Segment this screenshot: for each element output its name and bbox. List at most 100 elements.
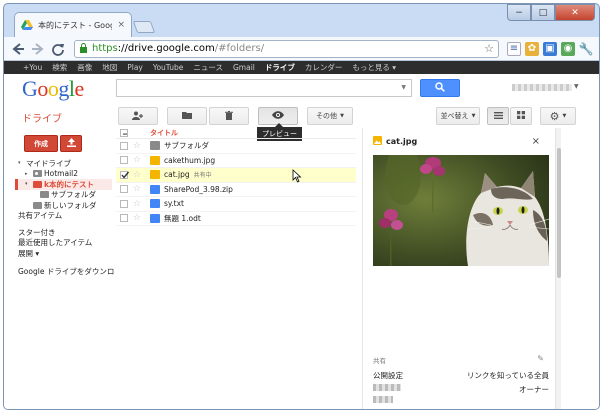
file-row[interactable]: ☆ SharePod_3.98.zip xyxy=(116,183,356,197)
google-logo[interactable]: Google xyxy=(22,78,84,100)
extension-drive-icon[interactable]: ▣ xyxy=(543,41,557,56)
file-name[interactable]: SharePod_3.98.zip xyxy=(164,185,233,194)
search-options-icon[interactable]: ▼ xyxy=(401,84,406,91)
grid-view-button[interactable] xyxy=(510,107,532,125)
back-icon[interactable] xyxy=(10,41,26,57)
close-window-button[interactable]: ✕ xyxy=(555,4,595,21)
gbar-item[interactable]: もっと見る ▾ xyxy=(347,62,401,73)
file-name[interactable]: cat.jpg xyxy=(164,170,190,179)
app-title[interactable]: ドライブ xyxy=(22,110,62,125)
preview-panel: cat.jpg × 共有 ✎ 公開設定 リンクを知っている全員 オーナー xyxy=(362,128,550,409)
more-actions-button[interactable]: その他 ▼ xyxy=(307,107,353,125)
star-icon[interactable]: ☆ xyxy=(133,184,147,194)
action-bar: ドライブ その他 ▼ プレビュー 並べ替え ▼ ⚙ ▼ xyxy=(4,104,599,141)
gbar-item[interactable]: ニュース xyxy=(188,62,228,73)
nav-item[interactable]: スター付き xyxy=(18,227,112,238)
delete-button[interactable] xyxy=(209,107,249,125)
browser-tab[interactable]: 本的にテスト - Google D × xyxy=(14,12,132,37)
nav-item[interactable]: 共有アイテム xyxy=(18,211,112,222)
nav-item[interactable]: 新しいフォルダ xyxy=(18,200,112,211)
nav-item[interactable]: ▸ Hotmail2 xyxy=(18,169,112,180)
row-checkbox[interactable] xyxy=(120,156,128,165)
gbar-item[interactable]: 検索 xyxy=(47,62,72,73)
nav-item[interactable]: サブフォルダ xyxy=(18,190,112,201)
cat-photo-preview[interactable] xyxy=(373,155,549,266)
nav-item[interactable]: 展開 ▾ xyxy=(18,248,112,259)
expand-caret-icon[interactable]: ▸ xyxy=(25,171,31,177)
file-name[interactable]: sy.txt xyxy=(164,199,184,208)
gbar-item[interactable]: Play xyxy=(122,63,148,72)
file-row[interactable]: ☆ cakethum.jpg xyxy=(116,154,356,168)
account-dropdown-icon[interactable]: ▼ xyxy=(574,83,579,90)
nav-item-label: Hotmail2 xyxy=(44,169,79,179)
visibility-row[interactable]: 公開設定 リンクを知っている全員 xyxy=(373,370,549,381)
row-checkbox[interactable] xyxy=(120,170,129,179)
add-person-icon xyxy=(132,111,144,122)
gbar-item[interactable]: YouTube xyxy=(148,63,189,72)
upload-button[interactable] xyxy=(60,135,82,152)
browser-toolbar: https://drive.google.com/#folders/ ☆ ≡ ✿… xyxy=(4,37,599,61)
gbar-item[interactable]: カレンダー xyxy=(300,62,348,73)
folder-icon xyxy=(33,201,42,209)
search-button[interactable] xyxy=(420,79,460,97)
nav-item[interactable]: Google ドライブをダウンロ xyxy=(18,267,114,278)
gbar-item[interactable]: 画像 xyxy=(72,62,97,73)
nav-item[interactable]: ▾ マイドライブ xyxy=(18,158,112,169)
gbar-item[interactable]: +You xyxy=(18,63,47,72)
forward-icon[interactable] xyxy=(30,41,46,57)
nav-item[interactable]: 最近使用したアイテム xyxy=(18,238,112,249)
address-bar[interactable]: https://drive.google.com/#folders/ ☆ xyxy=(74,39,499,58)
list-view-button[interactable] xyxy=(487,107,509,125)
move-to-folder-button[interactable] xyxy=(167,107,207,125)
maximize-button[interactable]: □ xyxy=(531,4,555,21)
row-checkbox[interactable] xyxy=(120,214,128,223)
file-name[interactable]: cakethum.jpg xyxy=(164,156,215,165)
star-icon[interactable]: ☆ xyxy=(133,155,147,165)
new-tab-button[interactable] xyxy=(132,21,156,33)
file-row[interactable]: ☆ sy.txt xyxy=(116,197,356,212)
tab-close-icon[interactable]: × xyxy=(117,20,125,30)
extension-gear-icon[interactable]: ✿ xyxy=(525,41,539,56)
file-name[interactable]: サブフォルダ xyxy=(164,140,209,151)
select-all-checkbox[interactable] xyxy=(120,129,128,137)
wrench-icon[interactable]: 🔧 xyxy=(579,42,594,56)
google-bar: +You 検索 画像 地図 Play YouTube ニュース Gmail ドライブ カレンダーも… xyxy=(4,61,599,74)
search-input[interactable]: ▼ xyxy=(116,79,412,97)
file-rows: ☆ サブフォルダ ☆ cakethum.jpg ☆ cat.jpg 共有中 ☆ SharePod… xyxy=(116,139,356,226)
nav-item-label: スター付き xyxy=(18,227,56,237)
star-icon[interactable]: ☆ xyxy=(133,170,147,180)
row-checkbox[interactable] xyxy=(120,185,128,194)
file-row[interactable]: ☆ サブフォルダ xyxy=(116,139,356,154)
minimize-button[interactable]: − xyxy=(507,4,531,21)
gbar-item[interactable]: 地図 xyxy=(97,62,122,73)
expand-caret-icon[interactable]: ▾ xyxy=(18,160,24,166)
preview-scrollbar[interactable] xyxy=(555,128,561,409)
star-icon[interactable]: ☆ xyxy=(133,199,147,209)
share-button[interactable] xyxy=(118,107,158,125)
account-email[interactable] xyxy=(512,84,572,91)
nav-item[interactable]: ▾ k本的にテスト xyxy=(15,179,112,190)
extension-sync-icon[interactable]: ◉ xyxy=(561,41,575,56)
expand-caret-icon[interactable]: ▾ xyxy=(25,181,31,187)
create-button[interactable]: 作成 xyxy=(24,135,58,152)
settings-button[interactable]: ⚙ ▼ xyxy=(540,107,576,125)
close-icon[interactable]: × xyxy=(532,136,540,147)
file-row[interactable]: ☆ 無題 1.odt xyxy=(116,212,356,226)
gbar-item[interactable]: Gmail xyxy=(228,63,260,72)
scrollbar-thumb[interactable] xyxy=(557,148,561,278)
sort-button[interactable]: 並べ替え ▼ xyxy=(436,107,480,125)
edit-pen-icon[interactable]: ✎ xyxy=(537,354,544,363)
star-icon[interactable]: ☆ xyxy=(133,141,147,151)
file-row[interactable]: ☆ cat.jpg 共有中 xyxy=(116,168,356,183)
extension-docs-icon[interactable]: ≡ xyxy=(507,41,521,56)
nav-item-label: 最近使用したアイテム xyxy=(18,238,93,248)
title-column-header[interactable]: タイトル xyxy=(150,128,178,138)
row-checkbox[interactable] xyxy=(120,199,128,208)
file-name[interactable]: 無題 1.odt xyxy=(164,213,201,224)
bookmark-star-icon[interactable]: ☆ xyxy=(484,42,494,55)
row-checkbox[interactable] xyxy=(120,141,128,150)
reload-icon[interactable] xyxy=(50,41,66,57)
sort-label: 並べ替え xyxy=(440,112,469,120)
gbar-item[interactable]: ドライブ xyxy=(260,62,300,73)
star-icon[interactable]: ☆ xyxy=(133,213,147,223)
